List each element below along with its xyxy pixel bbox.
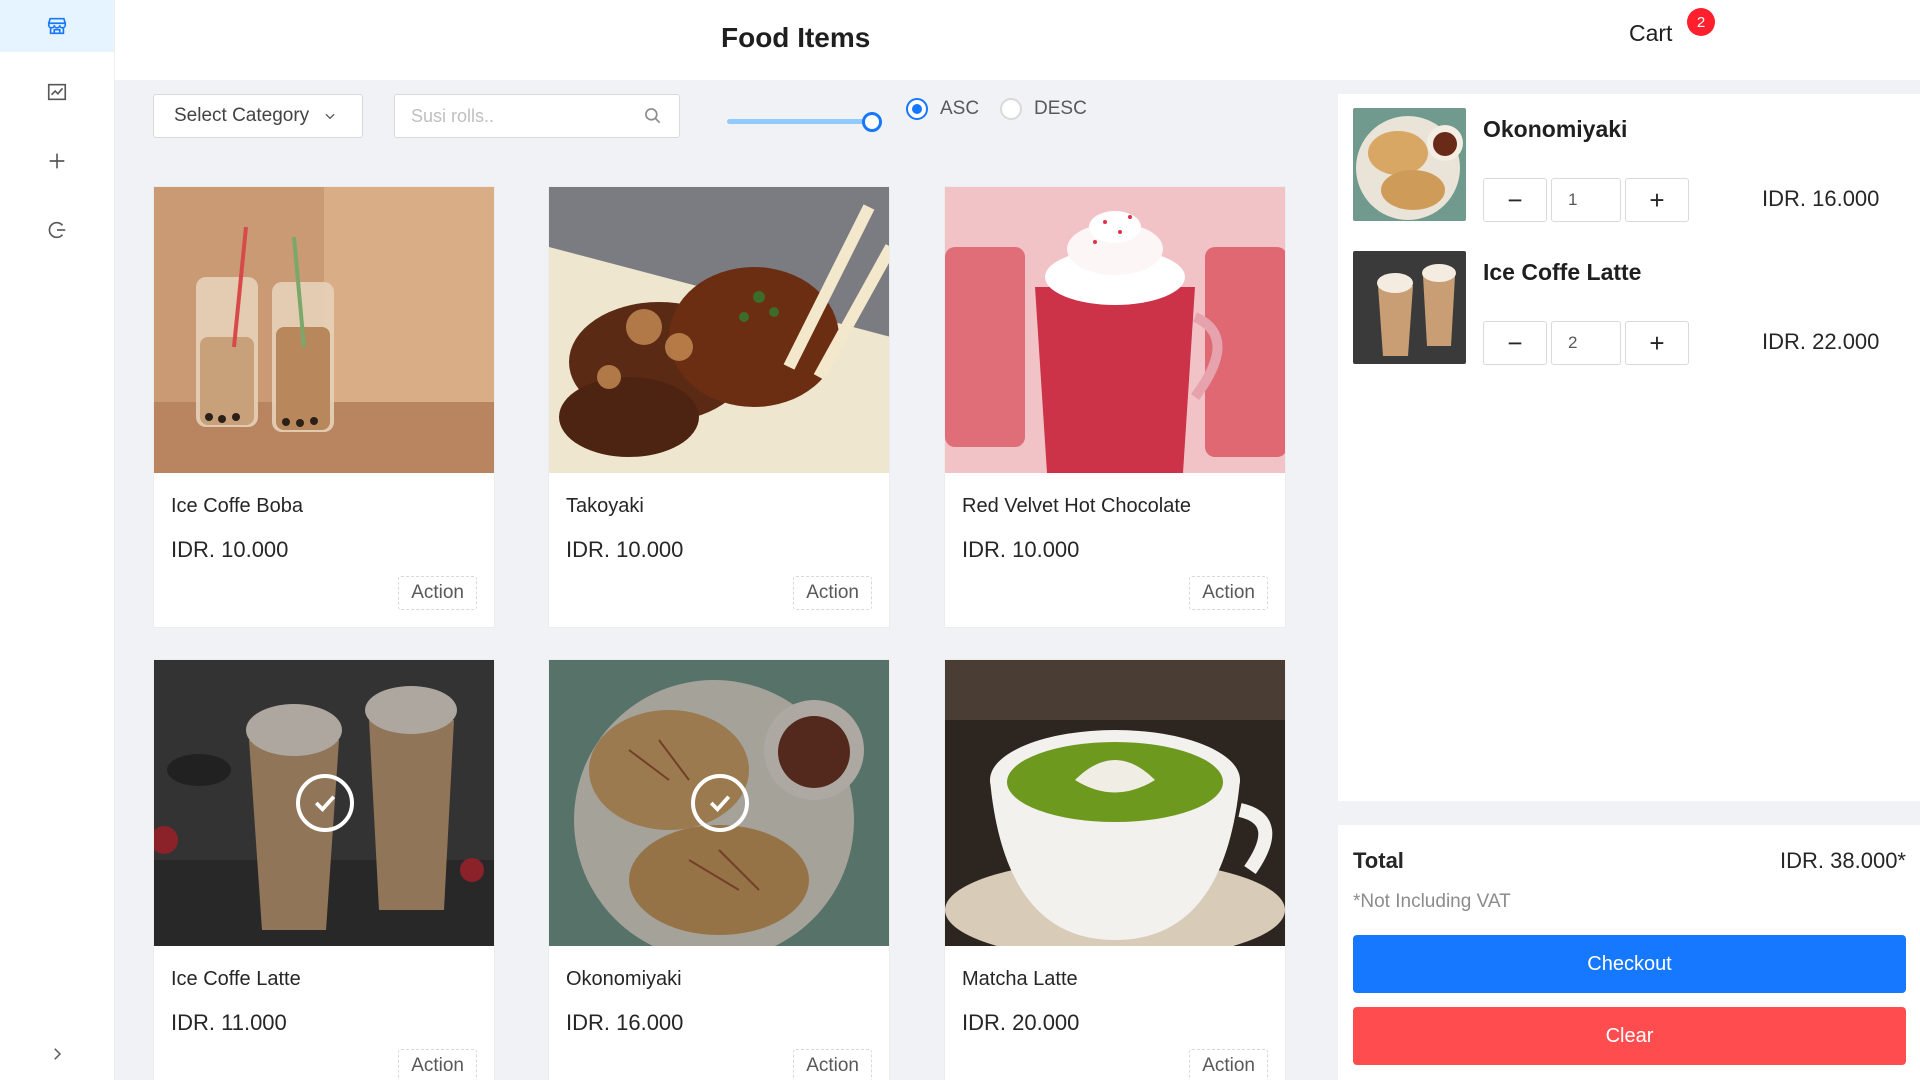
product-image bbox=[945, 660, 1285, 946]
product-action-button[interactable]: Action bbox=[793, 1049, 872, 1080]
sort-desc-label: DESC bbox=[1034, 98, 1087, 119]
product-image bbox=[549, 187, 889, 473]
product-card-ice-coffe-latte[interactable]: Ice Coffe Latte IDR. 11.000 Action bbox=[153, 659, 495, 1080]
sidebar-collapse-button[interactable] bbox=[0, 1028, 114, 1080]
product-price: IDR. 10.000 bbox=[566, 537, 684, 562]
chevron-right-icon bbox=[54, 1048, 62, 1060]
clear-button[interactable]: Clear bbox=[1353, 1007, 1906, 1065]
chevron-down-icon bbox=[325, 113, 335, 120]
plus-icon bbox=[49, 153, 65, 169]
product-action-button[interactable]: Action bbox=[1189, 1049, 1268, 1080]
product-price: IDR. 10.000 bbox=[171, 537, 289, 562]
decrease-button[interactable]: − bbox=[1483, 321, 1547, 365]
increase-button[interactable]: + bbox=[1625, 178, 1689, 222]
cart-count-badge: 2 bbox=[1687, 8, 1715, 36]
slider-handle[interactable] bbox=[862, 112, 882, 132]
cart-item-okonomiyaki: Okonomiyaki − + IDR. 16.000 bbox=[1353, 108, 1913, 226]
search-input[interactable] bbox=[395, 95, 615, 137]
product-name: Ice Coffe Latte bbox=[171, 968, 301, 990]
checkout-button[interactable]: Checkout bbox=[1353, 935, 1906, 993]
sidebar-item-add[interactable] bbox=[0, 135, 114, 187]
product-card-red-velvet-hot-chocolate[interactable]: Red Velvet Hot Chocolate IDR. 10.000 Act… bbox=[944, 186, 1286, 628]
product-card-ice-coffe-boba[interactable]: Ice Coffe Boba IDR. 10.000 Action bbox=[153, 186, 495, 628]
product-name: Matcha Latte bbox=[962, 968, 1078, 990]
logout-icon bbox=[48, 221, 66, 239]
slider-track bbox=[727, 119, 872, 124]
store-icon bbox=[47, 17, 67, 35]
sort-asc-radio[interactable]: ASC bbox=[906, 98, 979, 120]
sidebar bbox=[0, 0, 115, 1080]
radio-dot bbox=[1000, 98, 1022, 120]
check-icon bbox=[691, 774, 749, 832]
product-name: Okonomiyaki bbox=[566, 968, 682, 990]
vat-note: *Not Including VAT bbox=[1353, 891, 1511, 912]
cart-panel: Okonomiyaki − + IDR. 16.000 Ice Coffe La… bbox=[1338, 94, 1920, 801]
total-label: Total bbox=[1353, 848, 1404, 873]
selected-overlay bbox=[154, 660, 494, 946]
search-box bbox=[394, 94, 680, 138]
quantity-stepper: − + bbox=[1483, 321, 1689, 365]
cart-item-name: Okonomiyaki bbox=[1483, 116, 1628, 142]
sidebar-item-logout[interactable] bbox=[0, 204, 114, 256]
product-name: Ice Coffe Boba bbox=[171, 495, 303, 517]
sidebar-item-chart[interactable] bbox=[0, 66, 114, 118]
total-value: IDR. 38.000* bbox=[1780, 848, 1906, 873]
plus-icon: + bbox=[1649, 327, 1665, 358]
selected-overlay bbox=[549, 660, 889, 946]
category-select[interactable]: Select Category bbox=[153, 94, 363, 138]
check-icon bbox=[296, 774, 354, 832]
product-action-button[interactable]: Action bbox=[398, 1049, 477, 1080]
cart-item-ice-coffe-latte: Ice Coffe Latte − + IDR. 22.000 bbox=[1353, 251, 1913, 369]
sort-asc-label: ASC bbox=[940, 98, 980, 119]
quantity-stepper: − + bbox=[1483, 178, 1689, 222]
sort-desc-radio[interactable]: DESC bbox=[1000, 98, 1087, 120]
product-price: IDR. 20.000 bbox=[962, 1010, 1080, 1035]
cart-item-name: Ice Coffe Latte bbox=[1483, 259, 1642, 285]
product-action-button[interactable]: Action bbox=[1189, 576, 1268, 610]
price-slider[interactable] bbox=[727, 112, 882, 132]
product-action-button[interactable]: Action bbox=[398, 576, 477, 610]
minus-icon: − bbox=[1507, 327, 1523, 358]
quantity-input[interactable] bbox=[1551, 178, 1621, 222]
decrease-button[interactable]: − bbox=[1483, 178, 1547, 222]
product-price: IDR. 10.000 bbox=[962, 537, 1080, 562]
cart-link[interactable]: Cart bbox=[1629, 20, 1672, 47]
product-price: IDR. 11.000 bbox=[171, 1010, 287, 1035]
product-image bbox=[945, 187, 1285, 473]
minus-icon: − bbox=[1507, 184, 1523, 215]
product-card-takoyaki[interactable]: Takoyaki IDR. 10.000 Action bbox=[548, 186, 890, 628]
quantity-input[interactable] bbox=[1551, 321, 1621, 365]
product-card-matcha-latte[interactable]: Matcha Latte IDR. 20.000 Action bbox=[944, 659, 1286, 1080]
product-image bbox=[154, 660, 494, 946]
product-card-okonomiyaki[interactable]: Okonomiyaki IDR. 16.000 Action bbox=[548, 659, 890, 1080]
product-price: IDR. 16.000 bbox=[566, 1010, 684, 1035]
cart-summary: Total IDR. 38.000* *Not Including VAT Ch… bbox=[1338, 825, 1920, 1080]
search-icon[interactable] bbox=[643, 106, 663, 126]
product-image bbox=[549, 660, 889, 946]
header: Food Items Cart 2 bbox=[115, 0, 1920, 80]
cart-item-thumbnail bbox=[1353, 251, 1466, 364]
cart-item-thumbnail bbox=[1353, 108, 1466, 221]
sidebar-item-store[interactable] bbox=[0, 0, 114, 52]
plus-icon: + bbox=[1649, 184, 1665, 215]
line-chart-icon bbox=[47, 83, 67, 101]
cart-item-price: IDR. 22.000 bbox=[1762, 329, 1880, 354]
page-title: Food Items bbox=[721, 22, 871, 53]
radio-dot bbox=[906, 98, 928, 120]
product-action-button[interactable]: Action bbox=[793, 576, 872, 610]
product-image bbox=[154, 187, 494, 473]
cart-item-price: IDR. 16.000 bbox=[1762, 186, 1880, 211]
product-name: Red Velvet Hot Chocolate bbox=[962, 495, 1192, 517]
increase-button[interactable]: + bbox=[1625, 321, 1689, 365]
category-select-label: Select Category bbox=[174, 105, 310, 126]
product-name: Takoyaki bbox=[566, 495, 644, 517]
